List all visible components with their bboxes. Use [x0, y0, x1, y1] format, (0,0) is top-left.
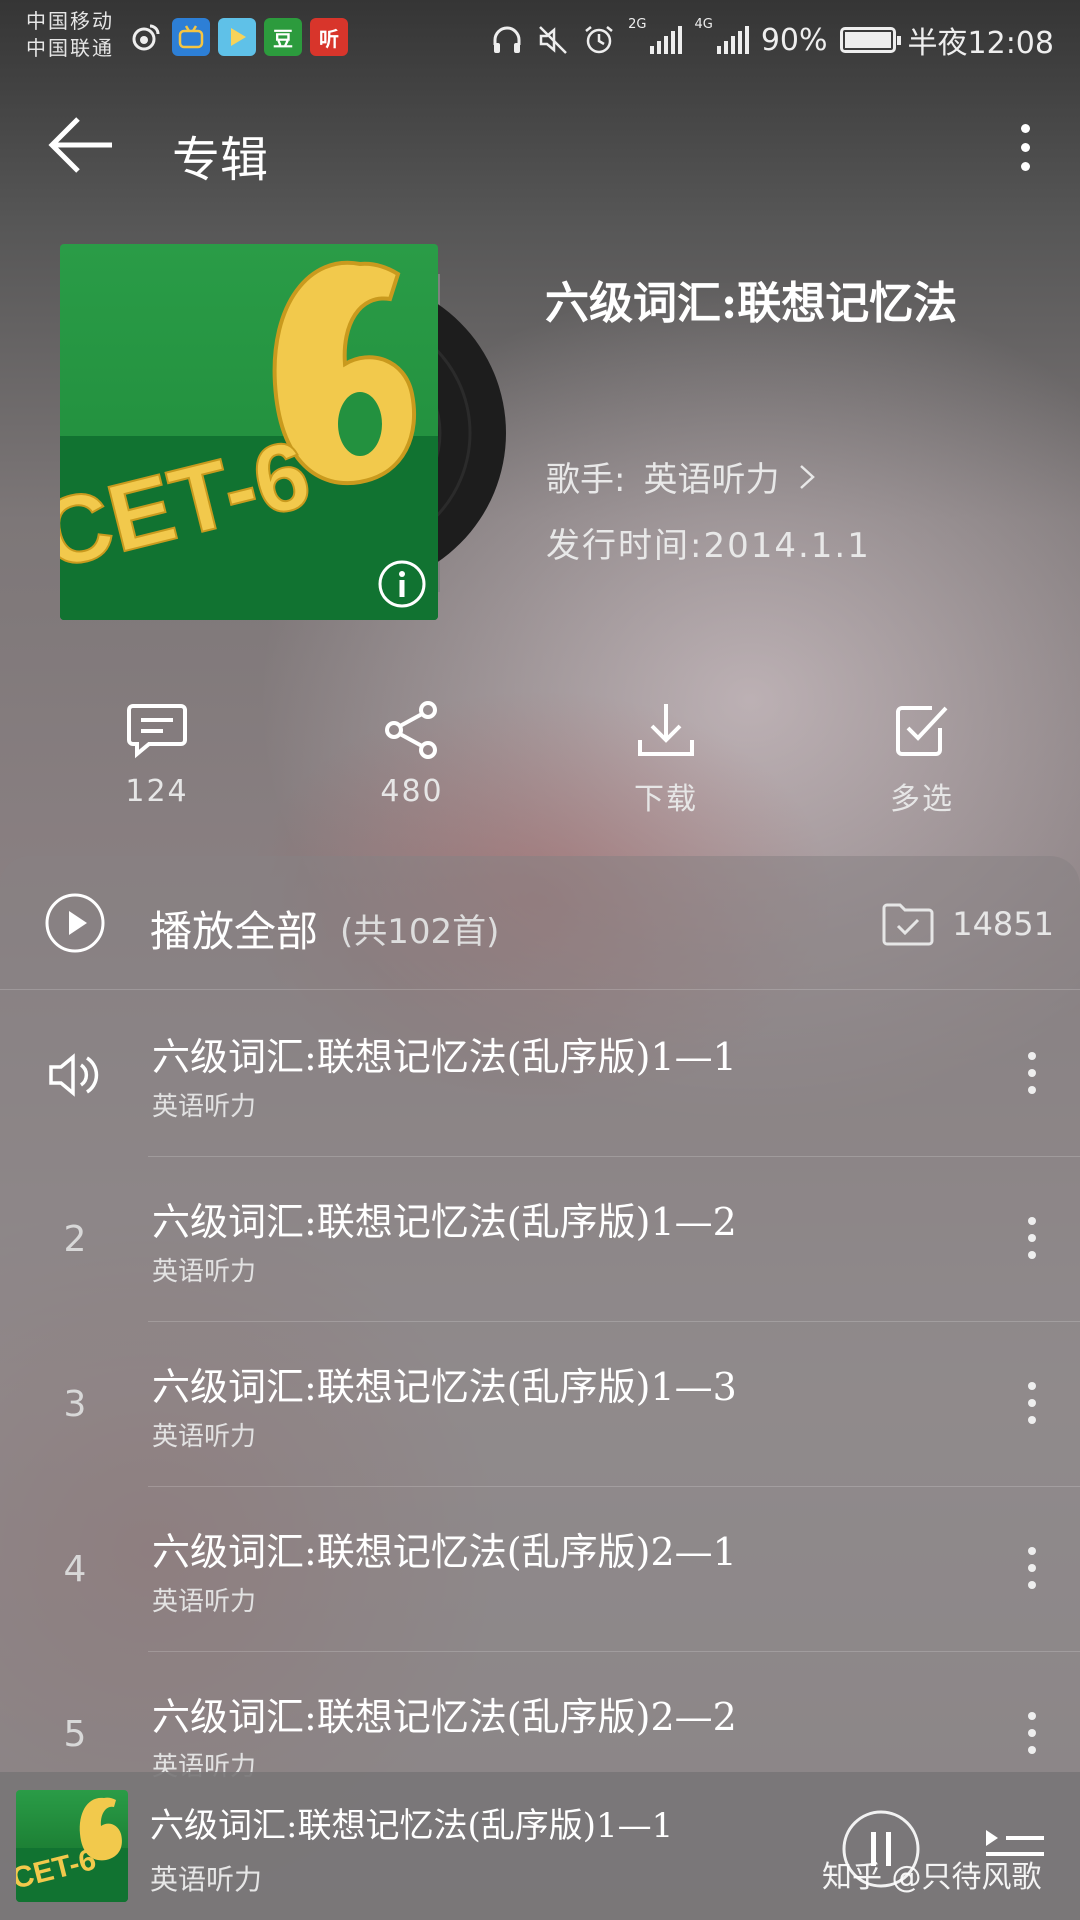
track-row[interactable]: 3 六级词汇:联想记忆法(乱序版)1—3 英语听力 [0, 1322, 1080, 1487]
play-circle-icon[interactable] [44, 892, 106, 954]
track-more-button[interactable] [1012, 1368, 1052, 1438]
track-artist: 英语听力 [152, 1422, 257, 1452]
track-title: 六级词汇:联想记忆法(乱序版)2—1 [152, 1530, 737, 1574]
more-icon [1028, 1382, 1036, 1390]
track-more-button[interactable] [1012, 1698, 1052, 1768]
back-button[interactable] [40, 110, 120, 180]
collect-button[interactable]: 14851 [880, 900, 1054, 948]
signal-icon [650, 26, 683, 54]
chevron-right-icon [800, 464, 816, 489]
mute-icon [539, 26, 568, 54]
speaker-icon [49, 1052, 99, 1097]
ting-label: 听 [319, 26, 339, 51]
album-cover[interactable]: CET-6 [60, 244, 506, 620]
share-icon [385, 701, 437, 759]
comment-button[interactable]: 124 [77, 700, 237, 809]
comment-count: 124 [125, 774, 189, 809]
more-options-button[interactable] [1000, 112, 1050, 182]
battery-icon [839, 27, 901, 53]
play-all-label: 播放全部 [150, 907, 319, 956]
track-row[interactable]: 六级词汇:联想记忆法(乱序版)1—1 英语听力 [0, 992, 1080, 1157]
mini-track-artist: 英语听力 [150, 1863, 263, 1896]
now-playing-indicator [40, 992, 110, 1157]
signal-icon-2 [716, 26, 749, 54]
more-icon [1028, 1052, 1036, 1060]
download-label: 下载 [634, 782, 698, 817]
carrier-1: 中国移动 [26, 9, 114, 33]
track-title: 六级词汇:联想记忆法(乱序版)1—2 [152, 1200, 737, 1244]
clock: 半夜12:08 [907, 26, 1054, 61]
network-label-1: 2G [628, 17, 647, 32]
track-count: (共102首) [340, 912, 500, 952]
info-icon[interactable] [376, 558, 428, 610]
mini-album-art[interactable]: CET-6 [16, 1790, 128, 1902]
artist-link[interactable]: 歌手: 英语听力 [546, 452, 817, 501]
track-title: 六级词汇:联想记忆法(乱序版)1—3 [152, 1365, 737, 1409]
app-bar: 专辑 [0, 90, 1080, 210]
track-panel: 播放全部 (共102首) 14851 六级词汇:联想记忆法(乱序版)1—1 英语… [0, 856, 1080, 1920]
track-artist: 英语听力 [152, 1257, 257, 1287]
carrier-info: 中国移动 中国联通 [26, 8, 114, 62]
album-actions: 124 480 下载 多选 [0, 700, 1080, 830]
album-title: 六级词汇:联想记忆法 [545, 278, 958, 329]
track-artist: 英语听力 [152, 1092, 257, 1122]
play-all-row[interactable]: 播放全部 (共102首) 14851 [0, 856, 1080, 990]
collect-folder-icon [882, 903, 934, 946]
more-icon [1028, 1547, 1036, 1555]
alarm-icon [585, 26, 613, 54]
share-count: 480 [380, 774, 444, 809]
more-icon [1028, 1217, 1036, 1225]
comment-icon [127, 704, 187, 759]
notification-icons: 豆 听 [126, 18, 348, 56]
network-label-2: 4G [694, 17, 713, 32]
share-button[interactable]: 480 [332, 700, 492, 809]
artist-label: 歌手: [546, 460, 626, 500]
mini-cet6-artwork: CET-6 [16, 1797, 128, 1902]
release-date: 发行时间:2014.1.1 [546, 526, 871, 566]
multi-select-label: 多选 [890, 782, 954, 817]
douban-label: 豆 [273, 26, 293, 51]
track-more-button[interactable] [1012, 1533, 1052, 1603]
track-index: 2 [63, 1219, 87, 1260]
download-icon [638, 704, 694, 756]
track-title: 六级词汇:联想记忆法(乱序版)1—1 [152, 1035, 737, 1079]
track-row[interactable]: 2 六级词汇:联想记忆法(乱序版)1—2 英语听力 [0, 1157, 1080, 1322]
artist-name: 英语听力 [643, 460, 780, 500]
track-index: 3 [63, 1384, 87, 1425]
mini-player[interactable]: CET-6 六级词汇:联想记忆法(乱序版)1—1 英语听力 [0, 1772, 1080, 1920]
more-icon [1028, 1712, 1036, 1720]
track-index: 4 [63, 1549, 87, 1590]
checkbox-icon [896, 706, 948, 756]
track-more-button[interactable] [1012, 1203, 1052, 1273]
back-arrow-icon [48, 117, 112, 173]
carrier-2: 中国联通 [26, 36, 114, 60]
system-status: 2G 4G 90% 半夜12:08 [490, 18, 1054, 62]
track-row[interactable]: 4 六级词汇:联想记忆法(乱序版)2—1 英语听力 [0, 1487, 1080, 1652]
track-title: 六级词汇:联想记忆法(乱序版)2—2 [152, 1695, 737, 1739]
collect-count: 14851 [952, 905, 1054, 943]
track-more-button[interactable] [1012, 1038, 1052, 1108]
ting-icon: 听 [310, 18, 348, 56]
track-artist: 英语听力 [152, 1587, 257, 1617]
battery-percent: 90% [760, 22, 828, 58]
douban-icon: 豆 [264, 18, 302, 56]
weibo-icon [126, 18, 164, 56]
more-icon [1020, 123, 1030, 133]
download-button[interactable]: 下载 [586, 700, 746, 818]
mini-track-title: 六级词汇:联想记忆法(乱序版)1—1 [150, 1806, 674, 1846]
watermark: 知乎 @只待风歌 [822, 1860, 1042, 1895]
video-icon [218, 18, 256, 56]
multi-select-button[interactable]: 多选 [842, 700, 1002, 818]
page-title: 专辑 [172, 132, 269, 188]
headphone-icon [493, 26, 521, 53]
status-bar: 中国移动 中国联通 豆 听 2G 4G 90% 半夜12:08 [0, 0, 1080, 72]
bilibili-icon [172, 18, 210, 56]
